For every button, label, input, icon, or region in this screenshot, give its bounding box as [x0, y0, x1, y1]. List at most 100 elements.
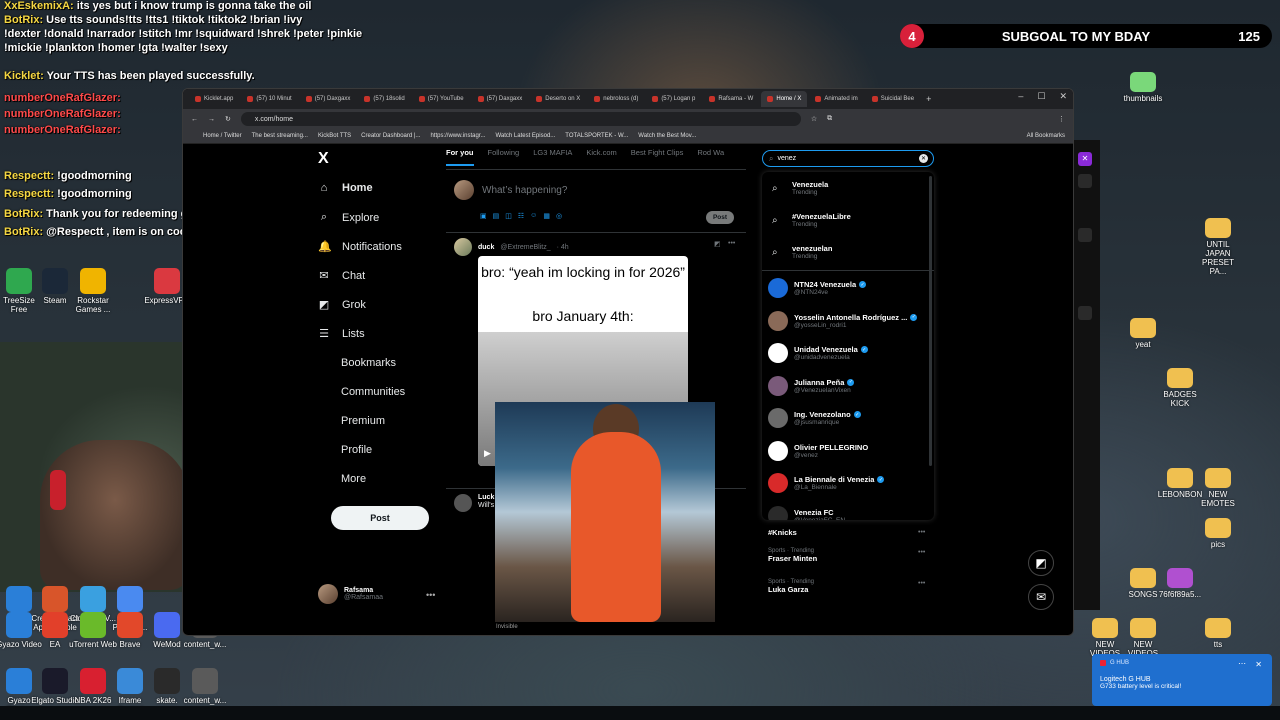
tweet-more-icon[interactable]: ••• — [728, 240, 735, 247]
browser-tab[interactable]: (57) Daxgaxx — [300, 91, 357, 107]
schedule-icon[interactable]: ▦ — [543, 212, 550, 220]
search-suggestion[interactable]: ⌕ #VenezuelaLibre Trending — [762, 205, 934, 235]
clear-search-icon[interactable]: ✕ — [919, 154, 928, 163]
desktop-icon[interactable]: BADGES KICK — [1155, 368, 1205, 408]
search-input[interactable] — [777, 155, 908, 162]
url-field[interactable]: x.com/home — [240, 112, 801, 126]
trend-item[interactable]: #Knicks — [768, 528, 797, 537]
play-icon[interactable]: ▶ — [484, 448, 491, 459]
search-suggestion[interactable]: ⌕ venezuelan Trending — [762, 237, 934, 267]
search-box[interactable]: ⌕ ✕ — [762, 150, 934, 167]
tweet-avatar[interactable] — [454, 238, 472, 256]
grok-float-icon[interactable]: ◩ — [1028, 550, 1054, 576]
bookmark-item[interactable]: KickBot TTS — [318, 133, 351, 139]
account-suggestion[interactable]: NTN24 Venezuela ✓ @NTN24ve — [762, 272, 934, 304]
account-suggestion[interactable]: Ing. Venezolano ✓ @jsusmanrique — [762, 402, 934, 434]
dropdown-scrollbar[interactable] — [929, 176, 932, 466]
timeline-tab[interactable]: Best Fight Clips — [631, 148, 684, 169]
account-suggestion[interactable]: La Biennale di Venezia ✓ @La_Biennale — [762, 467, 934, 499]
bookmark-item[interactable]: TOTALSPORTEK - W... — [565, 133, 628, 139]
browser-tab[interactable]: (57) 10 Minut — [241, 91, 297, 107]
desktop-icon[interactable]: content_w... — [180, 668, 230, 705]
account-suggestion[interactable]: Unidad Venezuela ✓ @unidadvenezuela — [762, 337, 934, 369]
bookmark-item[interactable]: Watch the Best Mov... — [638, 133, 696, 139]
bookmark-item[interactable]: Home / Twitter — [203, 133, 242, 139]
desktop-icon[interactable]: UNTIL JAPAN PRESET PA... — [1193, 218, 1243, 276]
browser-tab[interactable]: Home / X — [761, 91, 808, 107]
browser-tab[interactable]: Animated im — [809, 91, 863, 107]
trend-more-icon[interactable]: ••• — [918, 549, 925, 556]
bookmark-item[interactable]: The best streaming... — [252, 133, 308, 139]
desktop-icon[interactable]: 76f6f89a5... — [1155, 568, 1205, 599]
desktop-icon[interactable]: pics — [1193, 518, 1243, 549]
nav-item-bookmarks[interactable]: Bookmarks — [341, 357, 396, 369]
desktop-icon[interactable]: yeat — [1118, 318, 1168, 349]
more-dots-icon[interactable]: ••• — [426, 590, 435, 600]
grok-compose-icon[interactable]: ◫ — [505, 212, 512, 220]
trend-more-icon[interactable]: ••• — [918, 529, 925, 536]
trend-more-icon[interactable]: ••• — [918, 580, 925, 587]
compose-box[interactable]: What’s happening? — [454, 180, 567, 200]
tweet-handle[interactable]: @ExtremeBlitz_ — [500, 244, 550, 251]
minimize-icon[interactable]: – — [1018, 91, 1023, 102]
browser-tab[interactable]: Kicklet.app — [189, 91, 239, 107]
browser-tab[interactable]: Deserto on X — [530, 91, 586, 107]
desktop-icon[interactable]: tts — [1193, 618, 1243, 649]
bookmark-star-icon[interactable]: ☆ — [811, 115, 817, 123]
desktop-icon[interactable]: Rockstar Games ... — [68, 268, 118, 314]
bookmark-item[interactable]: https://www.instagr... — [430, 133, 485, 139]
maximize-icon[interactable]: ☐ — [1037, 91, 1045, 102]
back-icon[interactable]: ← — [191, 116, 198, 123]
nav-item-chat[interactable]: ✉ Chat — [318, 269, 365, 283]
all-bookmarks[interactable]: All Bookmarks — [1027, 133, 1073, 139]
browser-tab[interactable]: nebroloss (d) — [588, 91, 644, 107]
account-suggestion[interactable]: Venezia FC @VeneziaFC_EN — [762, 500, 934, 520]
profile-switcher[interactable]: Rafsama @Rafsamaa — [318, 584, 383, 604]
extensions-icon[interactable]: ⧉ — [827, 115, 832, 123]
x-logo[interactable]: X — [318, 150, 329, 168]
close-icon[interactable]: ✕ — [1059, 91, 1067, 102]
nav-item-profile[interactable]: Profile — [341, 444, 372, 456]
poll-icon[interactable]: ☷ — [518, 212, 524, 220]
side-search-icon[interactable] — [1078, 174, 1092, 188]
side-app-icon[interactable] — [1078, 228, 1092, 242]
nav-item-communities[interactable]: Communities — [341, 386, 405, 398]
account-suggestion[interactable]: Yosselin Antonella Rodríguez ... ✓ @yosseL… — [762, 305, 934, 337]
nav-item-premium[interactable]: Premium — [341, 415, 385, 427]
trend-item[interactable]: Sports · Trending Fraser Minten — [768, 548, 817, 563]
toast-close-icon[interactable]: ✕ — [1255, 660, 1262, 669]
browser-tab[interactable]: (57) 18solid — [358, 91, 410, 107]
nav-item-grok[interactable]: ◩ Grok — [318, 298, 366, 312]
reload-icon[interactable]: ↻ — [225, 115, 231, 123]
browser-tab[interactable]: (57) Logan p — [646, 91, 701, 107]
forward-icon[interactable]: → — [208, 116, 215, 123]
bookmark-item[interactable]: Watch Latest Episod... — [495, 133, 555, 139]
media-icon[interactable]: ▣ — [480, 212, 487, 220]
browser-tab[interactable]: (57) Daxgaxx — [472, 91, 529, 107]
desktop-icon[interactable]: thumbnails — [1118, 72, 1168, 103]
timeline-tab[interactable]: Following — [488, 148, 520, 169]
messages-float-icon[interactable]: ✉ — [1028, 584, 1054, 610]
new-tab-icon[interactable]: + — [926, 94, 931, 104]
emoji-icon[interactable]: ☺ — [530, 212, 537, 220]
browser-tab[interactable]: Rafsama - W — [703, 91, 759, 107]
timeline-tab[interactable]: LG3 MAFIA — [533, 148, 572, 169]
timeline-tab[interactable]: Kick.com — [586, 148, 616, 169]
timeline-tab[interactable]: Rod Wa — [697, 148, 724, 169]
nav-item-notifications[interactable]: 🔔 Notifications — [318, 240, 402, 254]
gif-icon[interactable]: ▤ — [493, 212, 500, 220]
grok-tweet-icon[interactable]: ◩ — [714, 240, 721, 248]
side-app-icon[interactable] — [1078, 306, 1092, 320]
side-close-icon[interactable]: ✕ — [1078, 152, 1092, 166]
search-suggestion[interactable]: ⌕ Venezuela Trending — [762, 173, 934, 203]
desktop-icon[interactable]: NEW EMOTES — [1193, 468, 1243, 508]
trend-item[interactable]: Sports · Trending Luka Garza — [768, 579, 814, 594]
nav-item-explore[interactable]: ⌕ Explore — [318, 211, 379, 224]
toast-more-icon[interactable]: ⋯ — [1238, 659, 1246, 668]
account-suggestion[interactable]: Julianna Peña ✓ @VenezuelanVixen — [762, 370, 934, 402]
timeline-tab[interactable]: For you — [446, 148, 474, 166]
browser-tab[interactable]: (57) YouTube — [413, 91, 470, 107]
post-button[interactable]: Post — [331, 506, 429, 530]
desktop-icon[interactable]: NEW VIDEOS — [1118, 618, 1168, 658]
nav-item-home[interactable]: ⌂ Home — [318, 182, 373, 194]
